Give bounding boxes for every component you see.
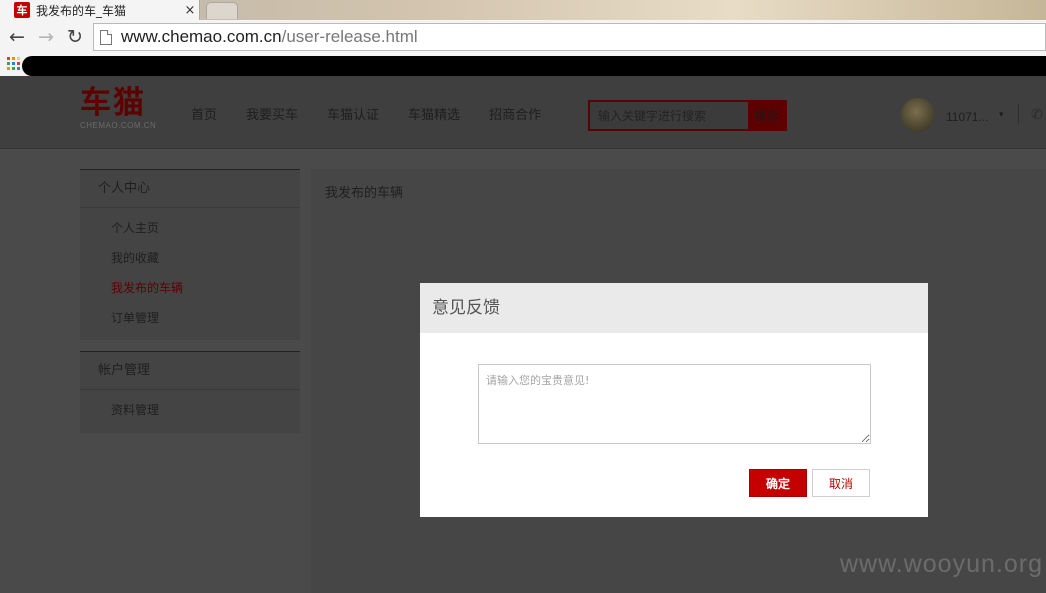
- sidebar-list: 资料管理: [80, 390, 300, 430]
- nav-item-home[interactable]: 首页: [191, 104, 217, 123]
- redaction-bar: [22, 56, 1046, 76]
- site-logo[interactable]: 车猫 CHEMAO.COM.CN: [80, 86, 156, 130]
- sidebar-item-orders[interactable]: 订单管理: [80, 308, 300, 338]
- search-button[interactable]: 搜索: [748, 102, 785, 129]
- back-arrow-icon[interactable]: ←: [5, 25, 29, 49]
- cancel-button[interactable]: 取消: [812, 469, 870, 497]
- sidebar-section-personal: 个人中心 个人主页 我的收藏 我发布的车辆 订单管理: [80, 169, 300, 340]
- main-nav: 首页 我要买车 车猫认证 车猫精选 招商合作: [191, 104, 570, 123]
- logo-text-cn: 车猫: [80, 85, 146, 121]
- search-input[interactable]: [590, 102, 748, 129]
- browser-tab-inactive[interactable]: [206, 2, 238, 19]
- browser-tab-bar: 车 我发布的车_车猫 ×: [0, 0, 1046, 20]
- feedback-dialog: 意见反馈 确定 取消: [420, 283, 928, 517]
- page-title: 我发布的车辆: [325, 186, 404, 201]
- url-host: www.chemao.com.cn: [121, 27, 282, 46]
- header-divider: [1018, 104, 1019, 124]
- feedback-textarea[interactable]: [478, 364, 871, 444]
- apps-grid-icon[interactable]: [7, 57, 20, 70]
- phone-icon: ✆: [1031, 107, 1043, 123]
- sidebar-section-title: 个人中心: [80, 170, 300, 208]
- sidebar-item-favorites[interactable]: 我的收藏: [80, 248, 300, 278]
- logo-text-en: CHEMAO.COM.CN: [80, 121, 157, 130]
- username[interactable]: 11071...: [946, 110, 988, 124]
- sidebar-item-homepage[interactable]: 个人主页: [80, 218, 300, 248]
- url-text[interactable]: www.chemao.com.cn/user-release.html: [121, 27, 418, 47]
- sidebar-section-title: 帐户管理: [80, 352, 300, 390]
- sidebar-item-profile[interactable]: 资料管理: [80, 400, 300, 430]
- search-box: 搜索: [588, 100, 787, 131]
- tab-favicon-icon: 车: [14, 2, 30, 18]
- sidebar-item-my-cars[interactable]: 我发布的车辆: [80, 278, 300, 308]
- chevron-down-icon[interactable]: ▾: [999, 110, 1004, 120]
- sidebar-section-account: 帐户管理 资料管理: [80, 351, 300, 433]
- tab-close-icon[interactable]: ×: [181, 3, 199, 18]
- nav-item-partner[interactable]: 招商合作: [489, 104, 541, 123]
- page-icon: [100, 29, 112, 45]
- sidebar-list: 个人主页 我的收藏 我发布的车辆 订单管理: [80, 208, 300, 338]
- confirm-button[interactable]: 确定: [749, 469, 807, 497]
- avatar[interactable]: [901, 98, 935, 132]
- nav-item-certified[interactable]: 车猫认证: [327, 104, 379, 123]
- watermark: www.wooyun.org: [840, 550, 1043, 578]
- reload-icon[interactable]: ↻: [63, 25, 87, 49]
- tab-title: 我发布的车_车猫: [36, 3, 127, 18]
- browser-tab-active[interactable]: 车 我发布的车_车猫 ×: [0, 0, 200, 20]
- nav-item-buy[interactable]: 我要买车: [246, 104, 298, 123]
- url-path: /user-release.html: [281, 27, 418, 46]
- address-bar[interactable]: www.chemao.com.cn/user-release.html: [93, 23, 1046, 51]
- dialog-title: 意见反馈: [420, 283, 928, 333]
- forward-arrow-icon[interactable]: →: [34, 25, 58, 49]
- nav-item-featured[interactable]: 车猫精选: [408, 104, 460, 123]
